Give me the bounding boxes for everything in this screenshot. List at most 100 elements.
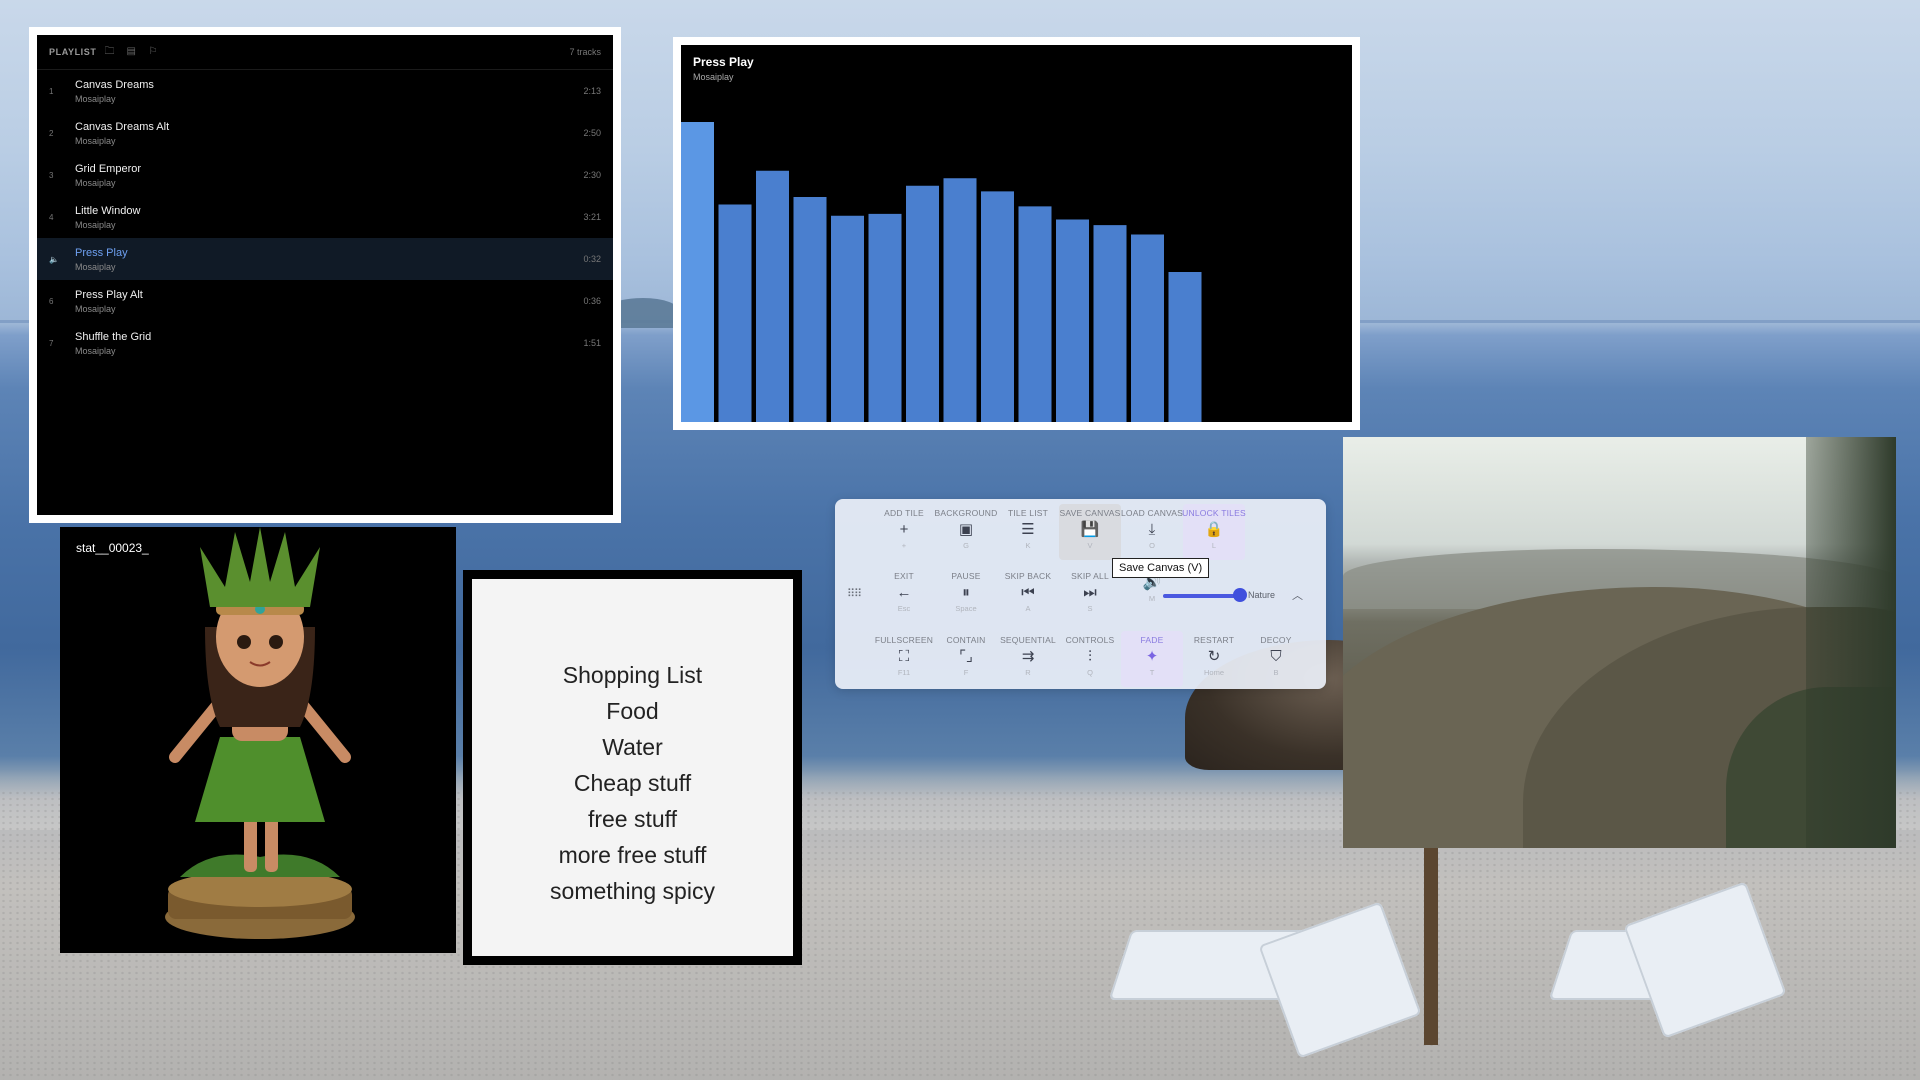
file-icon[interactable]: ▤	[126, 46, 138, 58]
track-count: 7 tracks	[569, 47, 601, 57]
track-row[interactable]: 6 Press Play Alt Mosaiplay 0:36	[37, 280, 613, 322]
contain-icon: ⌜⌟	[958, 648, 974, 665]
skip-back-icon: ⏮	[1021, 584, 1035, 601]
contain-button[interactable]: CONTAIN ⌜⌟ F	[935, 631, 997, 687]
shortcut-key: T	[1149, 668, 1155, 677]
lock-icon: 🔒	[1204, 521, 1224, 538]
track-duration: 2:50	[583, 128, 601, 138]
track-artist: Mosaiplay	[75, 135, 116, 146]
speaker-icon: 🔈	[49, 254, 59, 264]
button-label: LOAD CANVAS	[1120, 508, 1184, 518]
skip-forward-icon: ⏭	[1083, 584, 1097, 601]
sparkle-icon: ✦	[1145, 648, 1159, 665]
shortcut-key: R	[1025, 668, 1031, 677]
shortcut-key: S	[1087, 604, 1093, 613]
track-list: 1 Canvas Dreams Mosaiplay 2:13 2 Canvas Dream…	[37, 70, 613, 364]
shortcut-key: O	[1149, 541, 1155, 550]
spectrum-bar	[756, 170, 789, 422]
shortcut-key: M	[1148, 594, 1156, 603]
download-icon: ⤓	[1148, 521, 1156, 538]
skip-back-button[interactable]: SKIP BACK ⏮ A	[997, 567, 1059, 623]
fade-button[interactable]: FADE ✦ T	[1121, 631, 1183, 687]
track-name: Canvas Dreams Alt	[75, 120, 170, 133]
sequential-button[interactable]: SEQUENTIAL ⇉ R	[997, 631, 1059, 687]
visualizer-tile[interactable]: Press Play Mosaiplay	[673, 37, 1360, 430]
shortcut-key: V	[1087, 541, 1093, 550]
playlist-tile[interactable]: PLAYLIST 🗀 ▤ ⚐ 7 tracks 1 Canvas Dreams Mo…	[29, 27, 621, 523]
button-label: CONTROLS	[1065, 635, 1115, 645]
track-name: Press Play Alt	[75, 288, 143, 301]
spectrum-bar	[868, 213, 902, 422]
track-name: Little Window	[75, 204, 141, 217]
image-tile[interactable]: stat__00023_	[60, 527, 456, 953]
list-icon: ☰	[1021, 521, 1035, 538]
track-meta: Canvas Dreams Mosaiplay	[75, 79, 154, 104]
chevron-up-icon[interactable]: ︿	[1292, 587, 1303, 603]
button-label: PAUSE	[951, 571, 981, 581]
drag-handle-icon[interactable]: ⠿⠿	[847, 587, 862, 600]
note-line: Shopping List	[562, 662, 703, 688]
track-row[interactable]: 1 Canvas Dreams Mosaiplay 2:13	[37, 70, 613, 112]
track-row[interactable]: 🔈 Press Play Mosaiplay 0:32	[37, 238, 613, 280]
landscape-photo-tile[interactable]	[1343, 437, 1896, 848]
track-duration: 3:21	[583, 212, 601, 222]
audio-preset-label[interactable]: Nature	[1248, 590, 1275, 600]
image-icon: ▣	[958, 521, 974, 538]
note-text[interactable]: Shopping List Food Water Cheap stuff free st…	[472, 579, 793, 956]
spectrum-bar	[831, 215, 864, 422]
track-duration: 0:36	[583, 296, 601, 306]
plus-icon: +	[899, 521, 909, 538]
track-duration: 2:13	[583, 86, 601, 96]
add-tile-button[interactable]: ADD TILE + +	[873, 504, 935, 560]
track-duration: 1:51	[583, 338, 601, 348]
now-playing-artist: Mosaiplay	[693, 72, 734, 82]
track-meta: Grid Emperor Mosaiplay	[75, 163, 141, 188]
spectrum-chart	[681, 122, 1202, 422]
pause-button[interactable]: PAUSE ⏸ Space	[935, 567, 997, 623]
track-duration: 2:30	[583, 170, 601, 180]
shortcut-key: A	[1025, 604, 1031, 613]
spectrum-bar	[681, 122, 714, 422]
track-row[interactable]: 2 Canvas Dreams Alt Mosaiplay 2:50	[37, 112, 613, 154]
track-row[interactable]: 7 Shuffle the Grid Mosaiplay 1:51	[37, 322, 613, 364]
track-row[interactable]: 3 Grid Emperor Mosaiplay 2:30	[37, 154, 613, 196]
button-label: UNLOCK TILES	[1182, 508, 1246, 518]
bookmark-icon[interactable]: ⚐	[148, 46, 160, 58]
load-canvas-button[interactable]: LOAD CANVAS ⤓ O	[1121, 504, 1183, 560]
decoy-button[interactable]: DECOY ⛉ B	[1245, 631, 1307, 687]
fullscreen-button[interactable]: FULLSCREEN ⛶ F11	[873, 631, 935, 687]
button-label: FULLSCREEN	[874, 635, 934, 645]
tile-list-button[interactable]: TILE LIST ☰ K	[997, 504, 1059, 560]
sequential-icon: ⇉	[1021, 648, 1035, 665]
figurine-image	[165, 527, 355, 939]
exit-button[interactable]: EXIT ← Esc	[873, 567, 935, 623]
folder-icon[interactable]: 🗀	[104, 46, 116, 58]
save-canvas-button[interactable]: SAVE CANVAS 💾 V	[1059, 504, 1121, 560]
volume-slider-handle[interactable]	[1233, 588, 1248, 602]
track-number: 2	[49, 128, 54, 138]
note-line: Cheap stuff	[573, 770, 692, 796]
background-button[interactable]: BACKGROUND ▣ G	[935, 504, 998, 560]
controls-button[interactable]: CONTROLS ⫶ Q	[1059, 631, 1121, 687]
fullscreen-icon: ⛶	[898, 648, 910, 665]
track-number: 6	[49, 296, 54, 306]
restart-button[interactable]: RESTART ↻ Home	[1183, 631, 1245, 687]
track-row[interactable]: 4 Little Window Mosaiplay 3:21	[37, 196, 613, 238]
note-line: more free stuff	[558, 842, 707, 868]
track-name: Canvas Dreams	[75, 78, 154, 91]
spectrum-bar	[1131, 234, 1164, 422]
note-line: Water	[602, 734, 663, 760]
button-label: SAVE CANVAS	[1059, 508, 1121, 518]
button-label: FADE	[1140, 635, 1164, 645]
unlock-tiles-button[interactable]: UNLOCK TILES 🔒 L	[1182, 504, 1246, 560]
pause-icon: ⏸	[962, 584, 970, 601]
track-meta: Shuffle the Grid Mosaiplay	[75, 331, 151, 356]
tooltip: Save Canvas (V)	[1112, 558, 1210, 578]
track-meta: Press Play Alt Mosaiplay	[75, 289, 143, 314]
button-label: ADD TILE	[884, 508, 924, 518]
button-label: EXIT	[894, 571, 914, 581]
volume-slider[interactable]	[1163, 594, 1241, 598]
note-tile[interactable]: Shopping List Food Water Cheap stuff free st…	[463, 570, 802, 965]
button-label: SKIP ALL	[1071, 571, 1109, 581]
track-number: 7	[49, 338, 54, 348]
